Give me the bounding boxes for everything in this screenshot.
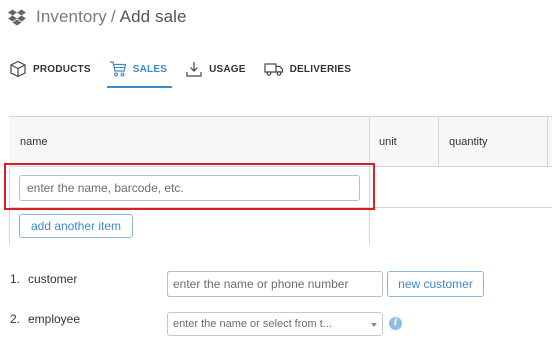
info-icon[interactable]: i xyxy=(389,317,402,330)
column-divider xyxy=(547,117,548,167)
customer-row: 1. customer xyxy=(10,266,77,292)
customer-number: 1. xyxy=(10,272,21,286)
tab-deliveries-label: DELIVERIES xyxy=(289,63,352,75)
column-header-unit[interactable]: unit xyxy=(379,117,397,167)
column-divider xyxy=(438,117,439,167)
table-row xyxy=(9,167,552,208)
items-table: name unit quantity add another item xyxy=(9,116,552,245)
table-row: add another item xyxy=(9,208,552,245)
box-icon xyxy=(10,60,26,78)
table-header: name unit quantity xyxy=(9,117,552,167)
tab-products-label: PRODUCTS xyxy=(33,63,91,75)
customer-input[interactable] xyxy=(167,271,383,297)
employee-label: employee xyxy=(28,312,81,326)
tab-usage[interactable]: USAGE xyxy=(176,50,255,88)
tab-sales[interactable]: SALES xyxy=(100,50,176,88)
customer-label: customer xyxy=(28,272,78,286)
employee-select[interactable]: enter the name or select from t... xyxy=(167,312,383,336)
truck-icon xyxy=(264,63,283,76)
add-another-item-button[interactable]: add another item xyxy=(19,214,133,238)
cart-icon xyxy=(109,61,126,77)
breadcrumb-separator: / xyxy=(110,7,116,26)
item-search-input[interactable] xyxy=(19,175,360,201)
dropbox-icon xyxy=(8,9,26,26)
download-icon xyxy=(186,62,202,77)
page-title: Inventory / Add sale xyxy=(36,7,187,27)
tab-bar: PRODUCTS SALES USAGE DELIVERIES xyxy=(0,50,552,88)
page-header: Inventory / Add sale xyxy=(8,6,187,28)
tab-deliveries[interactable]: DELIVERIES xyxy=(255,50,360,88)
employee-row: 2. employee xyxy=(10,306,80,332)
new-customer-button[interactable]: new customer xyxy=(387,271,484,297)
breadcrumb-current: Add sale xyxy=(119,7,187,26)
breadcrumb-section[interactable]: Inventory xyxy=(36,7,107,26)
column-header-name[interactable]: name xyxy=(20,117,48,167)
employee-select-placeholder: enter the name or select from t... xyxy=(173,318,332,330)
employee-number: 2. xyxy=(10,312,21,326)
tab-usage-label: USAGE xyxy=(209,63,246,75)
column-header-quantity[interactable]: quantity xyxy=(449,117,488,167)
chevron-down-icon xyxy=(371,323,377,327)
tab-products[interactable]: PRODUCTS xyxy=(0,50,100,88)
tab-sales-label: SALES xyxy=(132,63,168,75)
